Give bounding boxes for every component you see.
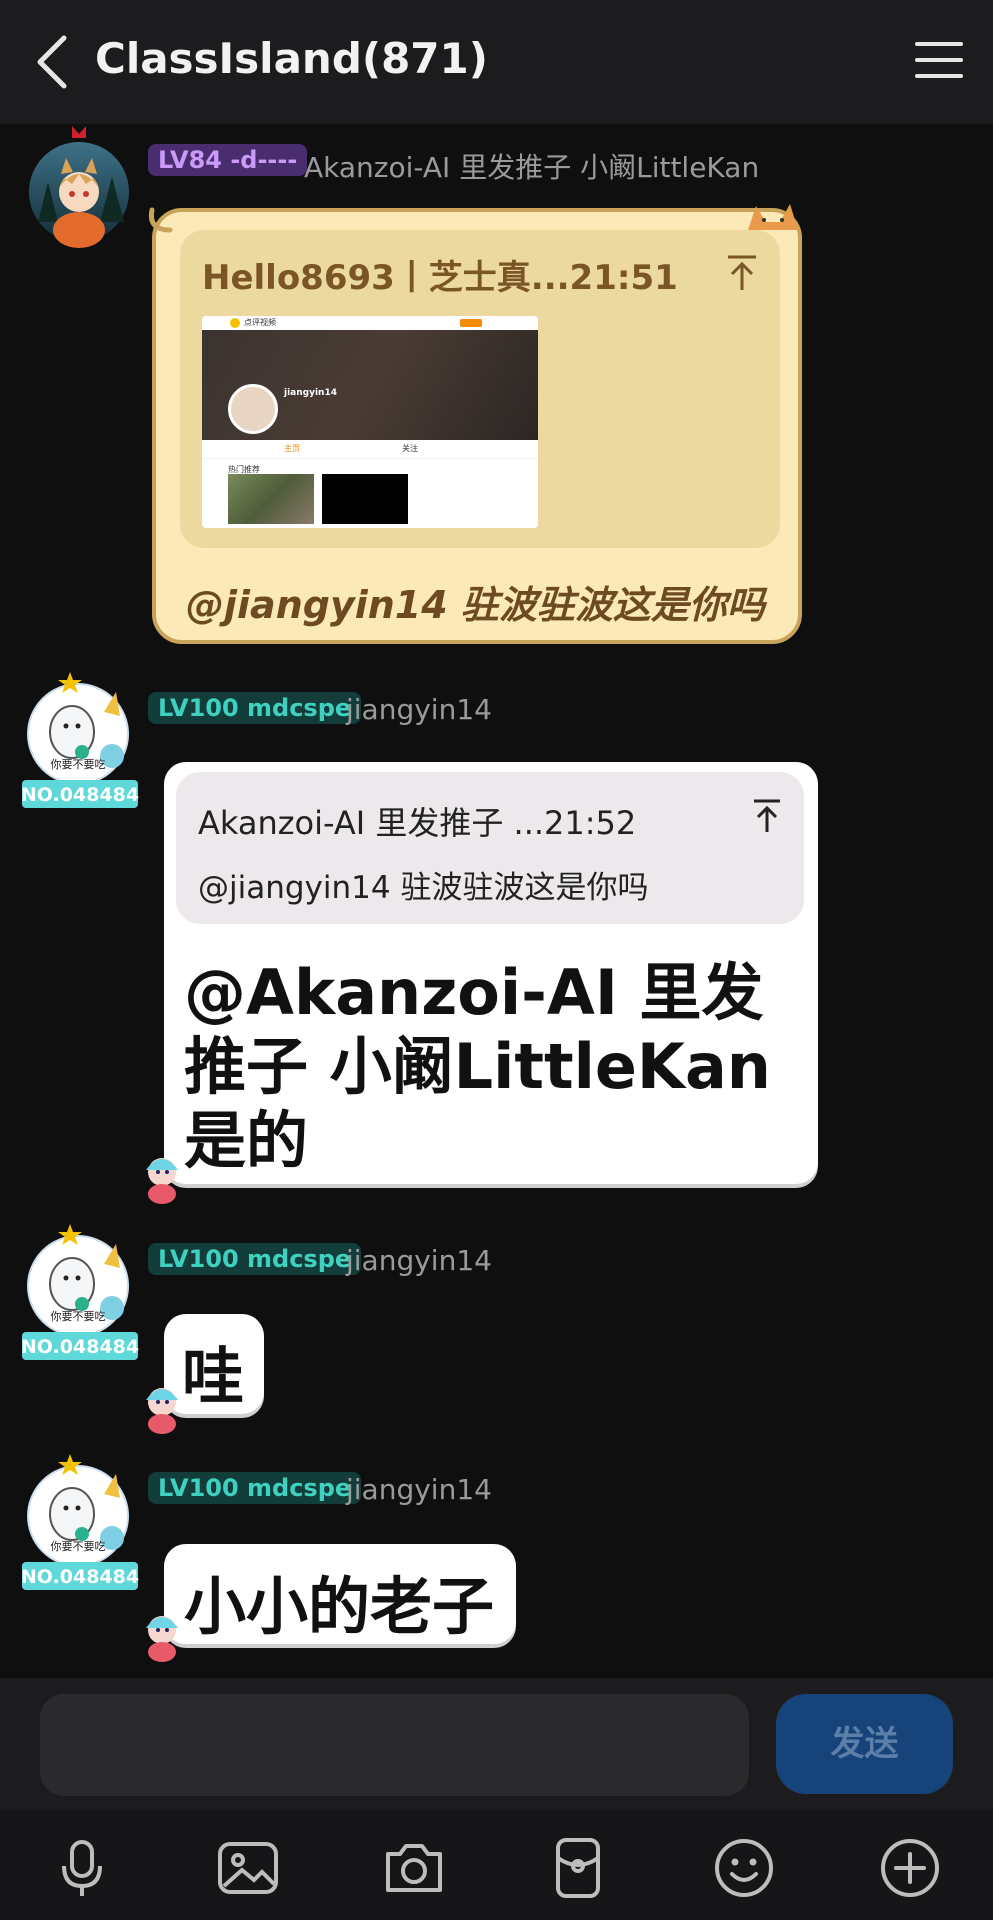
thumb-site-name: 点评视频	[244, 318, 276, 327]
thumb-profile-avatar	[228, 384, 278, 434]
bubble-sticker-decoration	[146, 1158, 178, 1204]
message-input[interactable]	[40, 1694, 749, 1796]
send-button[interactable]: 发送	[776, 1694, 953, 1794]
message-text: @jiangyin14 驻波驻波这是你吗	[186, 583, 765, 627]
thumb-tab-home: 主页	[284, 444, 300, 453]
message-bubble[interactable]: Akanzoi-AI 里发推子 ...21:52 @jiangyin14 驻波驻…	[164, 762, 818, 1184]
thumb-profile-name: jiangyin14	[284, 388, 337, 398]
input-bar: 发送	[0, 1678, 993, 1810]
sender-name[interactable]: jiangyin14	[346, 693, 492, 726]
back-arrow-icon[interactable]	[30, 32, 74, 92]
avatar[interactable]: 你要不要吃 NO.048484	[20, 672, 140, 810]
quote-header: Akanzoi-AI 里发推子 ...21:52	[198, 804, 637, 842]
quote-header: Hello8693丨芝士真...21:51	[202, 258, 678, 298]
camera-icon[interactable]	[382, 1836, 446, 1900]
level-badge: LV100 mdcspe	[148, 692, 362, 724]
avatar[interactable]: 你要不要吃 NO.048484	[20, 1224, 140, 1362]
thumb-nav-bar: 点评视频	[202, 316, 538, 330]
avatar[interactable]: 你要不要吃 NO.048484	[20, 1454, 140, 1592]
avatar-number: NO.048484	[21, 1336, 139, 1358]
plus-icon[interactable]	[878, 1836, 942, 1900]
message-bubble[interactable]: 小小的老子	[164, 1544, 516, 1644]
emoji-icon[interactable]	[712, 1836, 776, 1900]
bubble-sticker-decoration	[146, 1388, 178, 1434]
level-badge: LV100 mdcspe	[148, 1472, 362, 1504]
jump-to-quote-icon[interactable]	[752, 798, 782, 834]
thumb-site-logo	[230, 318, 240, 328]
quoted-message-card[interactable]: Akanzoi-AI 里发推子 ...21:52 @jiangyin14 驻波驻…	[176, 772, 804, 924]
thumb-video-2	[322, 474, 408, 524]
message-bubble[interactable]: Hello8693丨芝士真...21:51 点评视频 jiangyin14 主页…	[148, 204, 802, 644]
message-text: @Akanzoi-AI 里发推子 小阚LittleKan 是的	[184, 956, 771, 1177]
avatar-caption: 你要不要吃	[51, 1540, 106, 1553]
microphone-icon[interactable]	[50, 1836, 114, 1900]
chat-title: ClassIsland(871)	[95, 34, 488, 83]
image-icon[interactable]	[216, 1836, 280, 1900]
level-badge: LV84 -d----	[148, 144, 308, 176]
top-bar: ClassIsland(871)	[0, 0, 993, 124]
sender-name[interactable]: jiangyin14	[346, 1244, 492, 1277]
red-packet-icon[interactable]	[546, 1836, 610, 1900]
bottom-toolbar	[0, 1810, 993, 1920]
sender-name[interactable]: jiangyin14	[346, 1473, 492, 1506]
quoted-screenshot[interactable]: 点评视频 jiangyin14 主页 关注 热门推荐	[202, 316, 538, 528]
level-badge: LV100 mdcspe	[148, 1243, 362, 1275]
thumb-tab-fans: 关注	[402, 444, 418, 453]
quoted-message-card[interactable]: Hello8693丨芝士真...21:51 点评视频 jiangyin14 主页…	[180, 230, 780, 548]
message-text: 哇	[182, 1340, 245, 1413]
message-text: 小小的老子	[184, 1570, 495, 1643]
thumb-tabs: 主页 关注	[202, 440, 538, 459]
avatar-number: NO.048484	[21, 784, 139, 806]
jump-to-quote-icon[interactable]	[726, 254, 758, 292]
bubble-sticker-decoration	[146, 1616, 178, 1662]
avatar-caption: 你要不要吃	[51, 1310, 106, 1323]
cat-tail-decoration	[148, 207, 173, 233]
avatar-number: NO.048484	[21, 1566, 139, 1588]
thumb-video-1	[228, 474, 314, 524]
avatar-caption: 你要不要吃	[51, 758, 106, 771]
thumb-search-button	[460, 319, 482, 327]
sender-name[interactable]: Akanzoi-AI 里发推子 小阚LittleKan	[304, 146, 759, 186]
avatar[interactable]	[28, 122, 130, 248]
quote-body: @jiangyin14 驻波驻波这是你吗	[198, 870, 649, 906]
menu-icon[interactable]	[915, 40, 963, 80]
